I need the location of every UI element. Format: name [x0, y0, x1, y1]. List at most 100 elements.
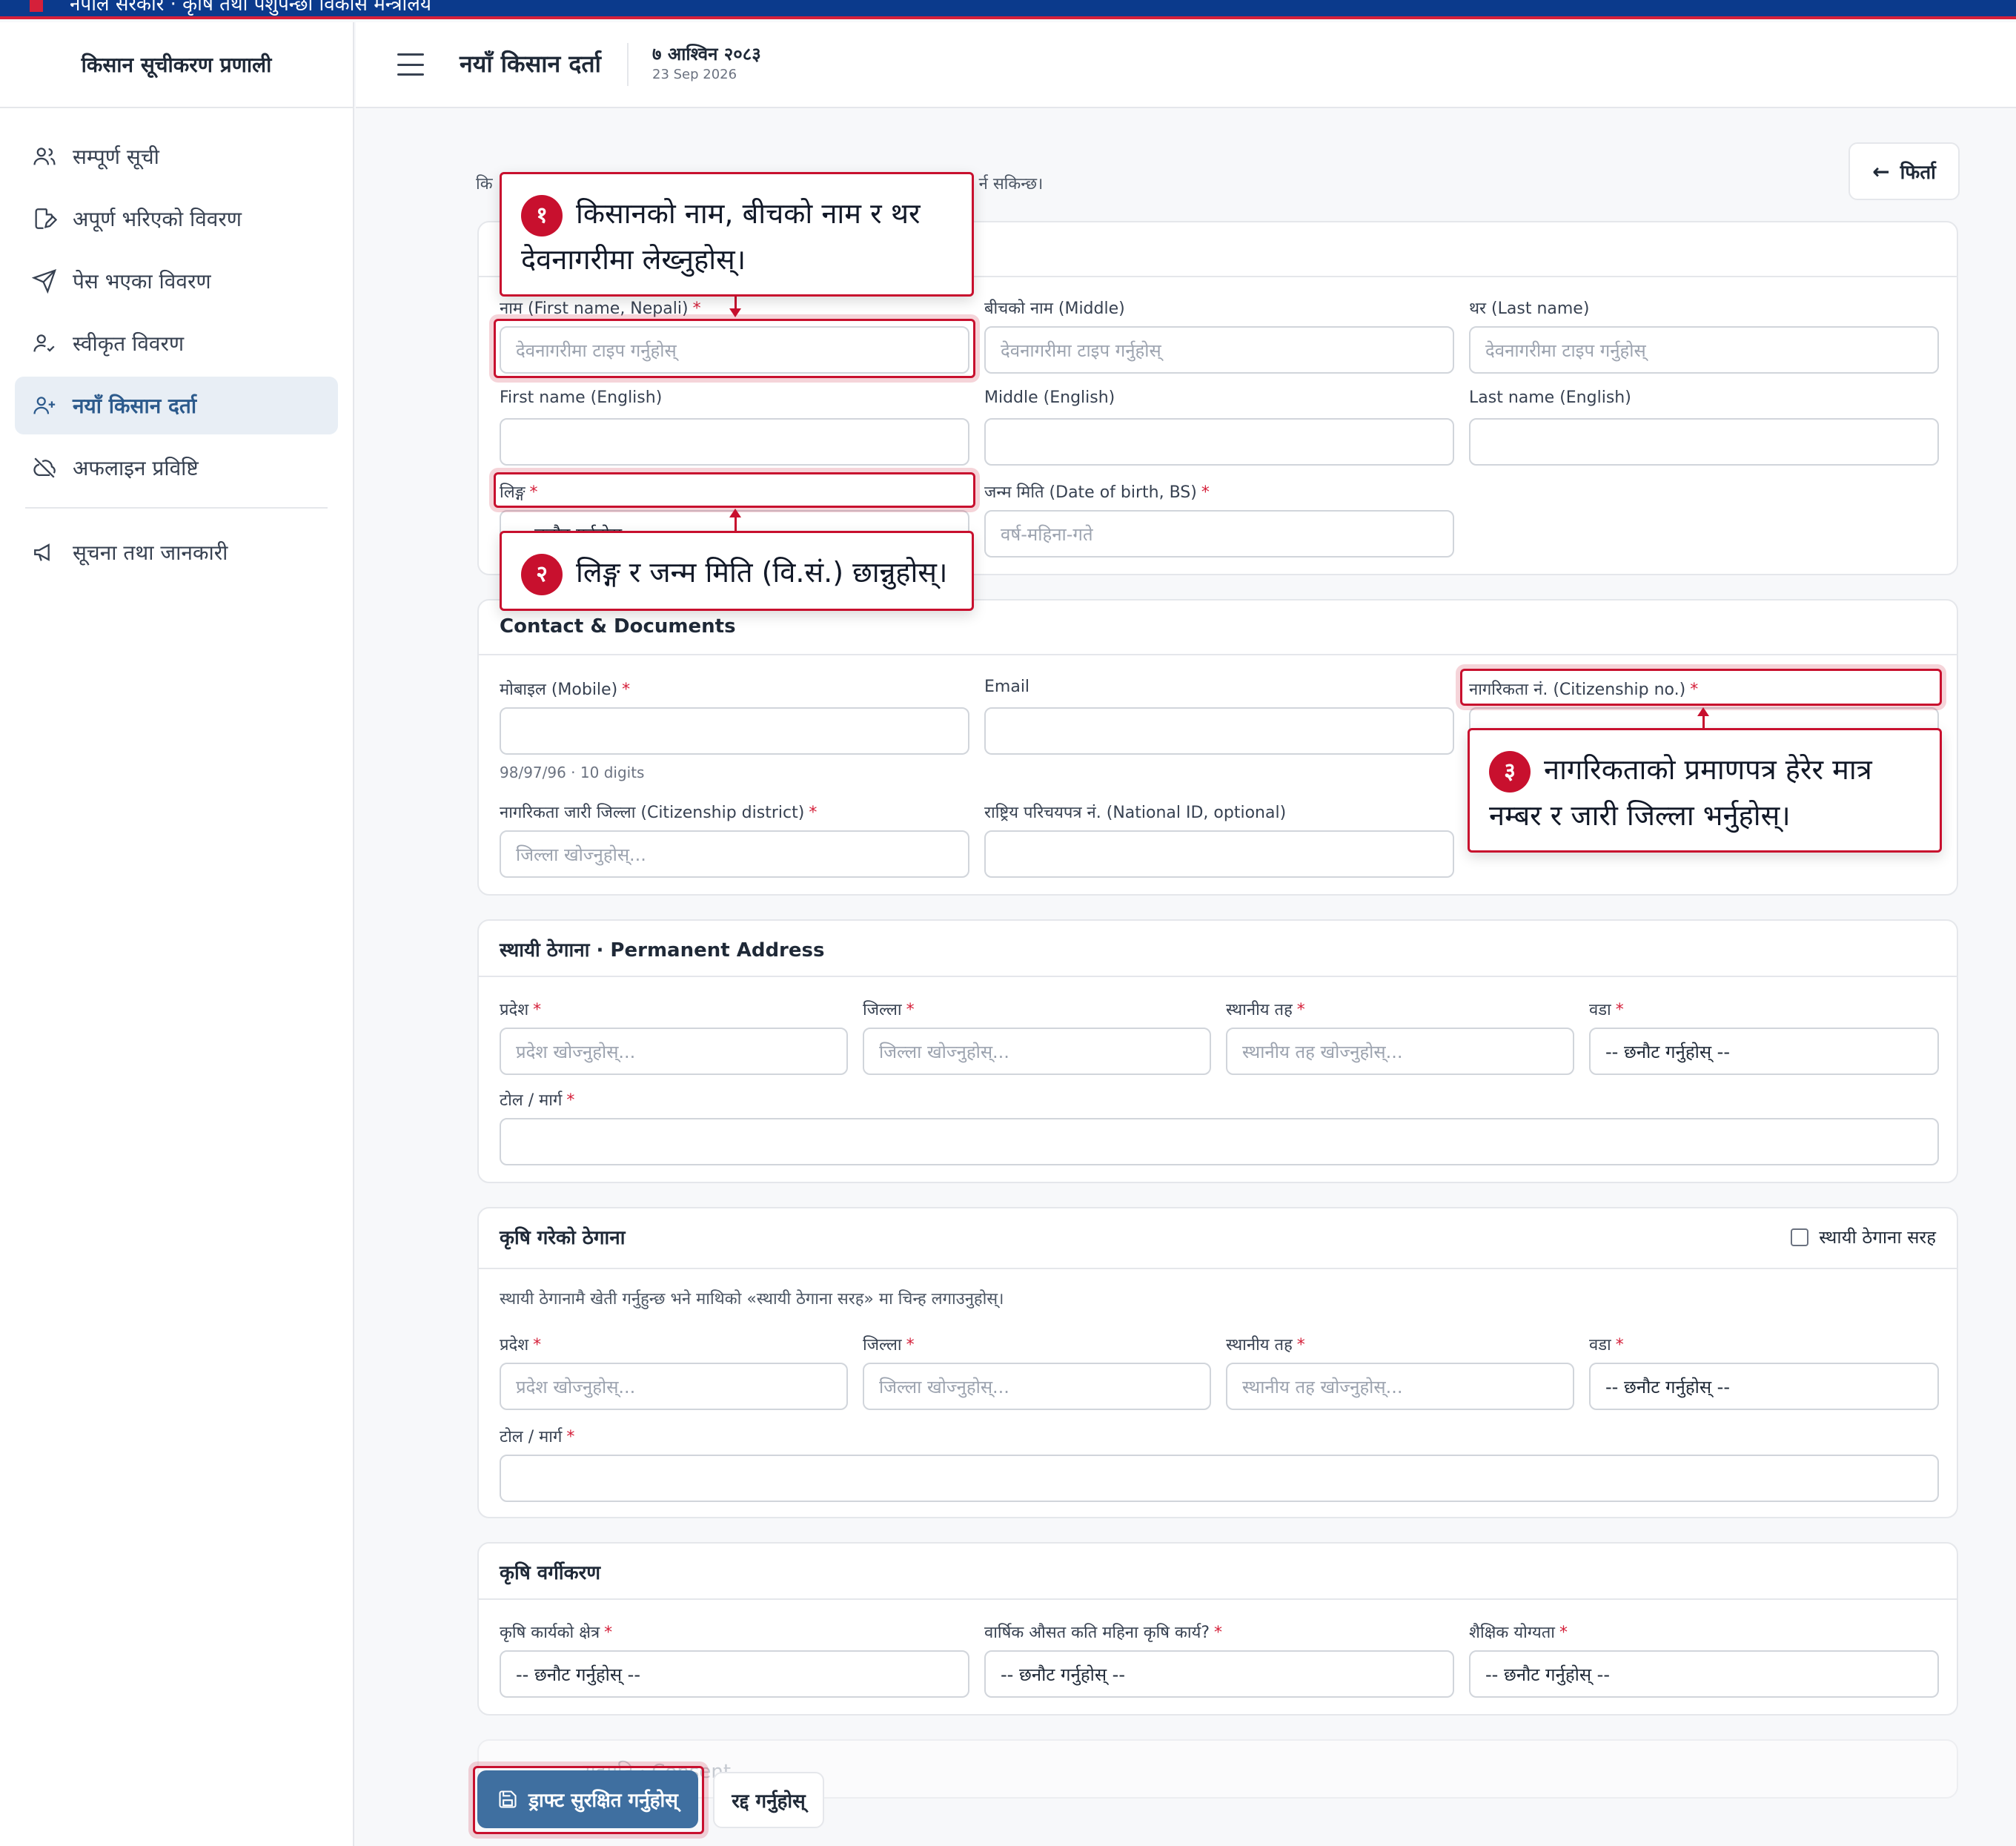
last-name-en-input[interactable]: [1469, 418, 1939, 466]
callout-pointer-1: [729, 297, 741, 317]
contact-heading: Contact & Documents: [500, 615, 736, 638]
local-level-input[interactable]: स्थानीय तह खोज्नुहोस्...: [1226, 1028, 1574, 1075]
sidebar-item-submitted[interactable]: पेस भएका विवरण: [15, 252, 338, 310]
farm-district-input[interactable]: जिल्ला खोज्नुहोस्...: [863, 1363, 1211, 1410]
cancel-button[interactable]: रद्द गर्नुहोस्: [713, 1772, 824, 1828]
card-divider: [479, 1598, 1957, 1600]
top-banner-text: नेपाल सरकार · कृषि तथा पशुपन्छी विकास मन…: [70, 0, 431, 16]
highlight-citizenship-label: [1460, 669, 1942, 706]
page-header: नयाँ किसान दर्ता ७ आश्विन २०८३ 23 Sep 20…: [356, 22, 2016, 108]
step-number: २: [521, 553, 563, 595]
highlight-gender-label: [494, 472, 975, 508]
callout-pointer-3: [1697, 707, 1709, 728]
sidebar-item-incomplete[interactable]: अपूर्ण भरिएको विवरण: [15, 190, 338, 248]
sector-label: कृषि कार्यको क्षेत्र *: [500, 1624, 613, 1642]
user-plus-icon: [30, 391, 59, 420]
farm-province-label: प्रदेश *: [500, 1336, 542, 1354]
date-bs: ७ आश्विन २०८३: [652, 44, 761, 64]
farm-heading: कृषि गरेको ठेगाना: [500, 1227, 626, 1249]
date-ad: 23 Sep 2026: [652, 67, 737, 82]
farm-note: स्थायी ठेगानामै खेती गर्नुहुन्छ भने माथि…: [500, 1290, 1004, 1309]
farm-local-level-input[interactable]: स्थानीय तह खोज्नुहोस्...: [1226, 1363, 1574, 1410]
national-id-label: राष्ट्रिय परिचयपत्र नं. (National ID, op…: [984, 804, 1287, 822]
sidebar-item-label: अपूर्ण भरिएको विवरण: [73, 207, 242, 231]
last-name-np-input[interactable]: देवनागरीमा टाइप गर्नुहोस्: [1469, 326, 1939, 374]
header-divider: [627, 43, 629, 86]
farm-province-input[interactable]: प्रदेश खोज्नुहोस्...: [500, 1363, 848, 1410]
megaphone-icon: [30, 537, 59, 567]
education-label: शैक्षिक योग्यता *: [1469, 1624, 1568, 1642]
callout-step-2: २ लिङ्ग र जन्म मिति (वि.सं.) छान्नुहोस्।: [500, 531, 974, 611]
middle-name-en-label: Middle (English): [984, 388, 1115, 407]
sidebar-nav: सम्पूर्ण सूची अपूर्ण भरिएको विवरण पेस भए…: [0, 108, 353, 581]
sidebar-item-label: सूचना तथा जानकारी: [73, 540, 228, 565]
card-divider: [479, 654, 1957, 655]
middle-name-np-label: बीचको नाम (Middle): [984, 300, 1125, 318]
sidebar-item-offline[interactable]: अफलाइन प्रविष्टि: [15, 439, 338, 497]
mobile-input[interactable]: [500, 707, 969, 755]
education-select[interactable]: -- छनौट गर्नुहोस् --: [1469, 1650, 1939, 1698]
dob-label: जन्म मिति (Date of birth, BS) *: [984, 483, 1210, 502]
first-name-en-input[interactable]: [500, 418, 969, 466]
file-edit-icon: [30, 204, 59, 234]
farm-address-card: कृषि गरेको ठेगाना स्थायी ठेगाना सरह स्था…: [477, 1207, 1958, 1518]
card-divider: [479, 976, 1957, 977]
sidebar-item-approved[interactable]: स्वीकृत विवरण: [15, 314, 338, 372]
callout-step-1: १ किसानको नाम, बीचको नाम र थर देवनागरीमा …: [500, 172, 974, 297]
sidebar-item-all-list[interactable]: सम्पूर्ण सूची: [15, 128, 338, 185]
sidebar-item-label: अफलाइन प्रविष्टि: [73, 456, 199, 480]
province-label: प्रदेश *: [500, 1001, 542, 1019]
farm-ward-select[interactable]: -- छनौट गर्नुहोस् --: [1589, 1363, 1939, 1410]
classification-card: कृषि वर्गीकरण कृषि कार्यको क्षेत्र * -- छ…: [477, 1542, 1958, 1716]
farm-ward-label: वडा *: [1589, 1336, 1624, 1354]
citizenship-district-label: नागरिकता जारी जिल्ला (Citizenship distri…: [500, 804, 818, 822]
dob-input[interactable]: वर्ष-महिना-गते: [984, 510, 1454, 558]
step-number: १: [521, 194, 563, 236]
email-label: Email: [984, 678, 1030, 696]
tole-label: टोल / मार्ग *: [500, 1091, 575, 1110]
checkbox-box[interactable]: [1791, 1228, 1809, 1246]
menu-icon[interactable]: [397, 53, 424, 76]
cloud-off-icon: [30, 453, 59, 483]
same-as-permanent-checkbox[interactable]: स्थायी ठेगाना सरह: [1791, 1225, 1936, 1249]
sidebar-item-notices[interactable]: सूचना तथा जानकारी: [15, 523, 338, 581]
permanent-heading: स्थायी ठेगाना · Permanent Address: [500, 939, 825, 962]
district-input[interactable]: जिल्ला खोज्नुहोस्...: [863, 1028, 1211, 1075]
last-name-np-label: थर (Last name): [1469, 300, 1590, 318]
ward-select[interactable]: -- छनौट गर्नुहोस् --: [1589, 1028, 1939, 1075]
app-brand: किसान सूचीकरण प्रणाली: [0, 22, 353, 108]
months-label: वार्षिक औसत कति महिना कृषि कार्य? *: [984, 1624, 1223, 1642]
province-input[interactable]: प्रदेश खोज्नुहोस्...: [500, 1028, 848, 1075]
card-divider: [479, 1268, 1957, 1269]
send-icon: [30, 266, 59, 296]
middle-name-np-input[interactable]: देवनागरीमा टाइप गर्नुहोस्: [984, 326, 1454, 374]
farm-tole-input[interactable]: [500, 1455, 1939, 1502]
user-check-icon: [30, 328, 59, 358]
users-icon: [30, 142, 59, 171]
sector-select[interactable]: -- छनौट गर्नुहोस् --: [500, 1650, 969, 1698]
highlight-save-button: [473, 1766, 704, 1834]
nepal-flag-icon: [30, 0, 43, 12]
farm-tole-label: टोल / मार्ग *: [500, 1428, 575, 1446]
sidebar: किसान सूचीकरण प्रणाली सम्पूर्ण सूची अपूर…: [0, 22, 354, 1846]
months-select[interactable]: -- छनौट गर्नुहोस् --: [984, 1650, 1454, 1698]
middle-name-en-input[interactable]: [984, 418, 1454, 466]
permanent-address-card: स्थायी ठेगाना · Permanent Address प्रदेश…: [477, 919, 1958, 1183]
classification-heading: कृषि वर्गीकरण: [500, 1562, 601, 1584]
back-button[interactable]: ← फिर्ता: [1848, 142, 1960, 200]
callout-pointer-2: [729, 509, 741, 531]
step-number: ३: [1489, 750, 1531, 793]
top-banner: नेपाल सरकार · कृषि तथा पशुपन्छी विकास मन…: [0, 0, 2016, 19]
national-id-input[interactable]: [984, 830, 1454, 878]
email-input[interactable]: [984, 707, 1454, 755]
sidebar-item-new-farmer[interactable]: नयाँ किसान दर्ता: [15, 377, 338, 434]
mobile-label: मोबाइल (Mobile) *: [500, 681, 631, 699]
citizenship-district-input[interactable]: जिल्ला खोज्नुहोस्...: [500, 830, 969, 878]
sidebar-item-label: सम्पूर्ण सूची: [73, 145, 159, 169]
local-level-label: स्थानीय तह *: [1226, 1001, 1305, 1019]
tole-input[interactable]: [500, 1118, 1939, 1165]
sidebar-item-label: नयाँ किसान दर्ता: [73, 394, 197, 418]
sidebar-divider: [25, 507, 328, 509]
arrow-left-icon: ←: [1872, 159, 1890, 184]
farm-local-level-label: स्थानीय तह *: [1226, 1336, 1305, 1354]
